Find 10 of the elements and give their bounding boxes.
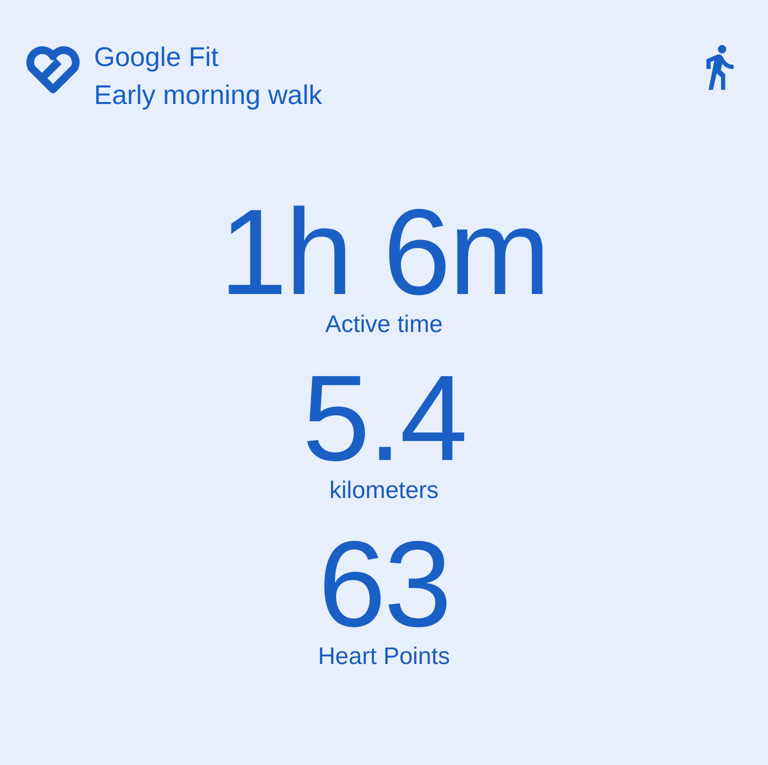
- app-name: Google Fit: [94, 41, 220, 74]
- stat-value: 1h 6m: [219, 194, 549, 310]
- stat-value: 63: [318, 526, 450, 642]
- activity-title: Early morning walk: [94, 79, 324, 112]
- walking-person-icon: [704, 44, 736, 92]
- stat-label: Active time: [325, 310, 443, 340]
- stat-label: Heart Points: [318, 642, 450, 672]
- stat-value: 5.4: [302, 360, 466, 476]
- stat-label: kilometers: [329, 476, 439, 506]
- heart-logo-icon: [24, 46, 82, 96]
